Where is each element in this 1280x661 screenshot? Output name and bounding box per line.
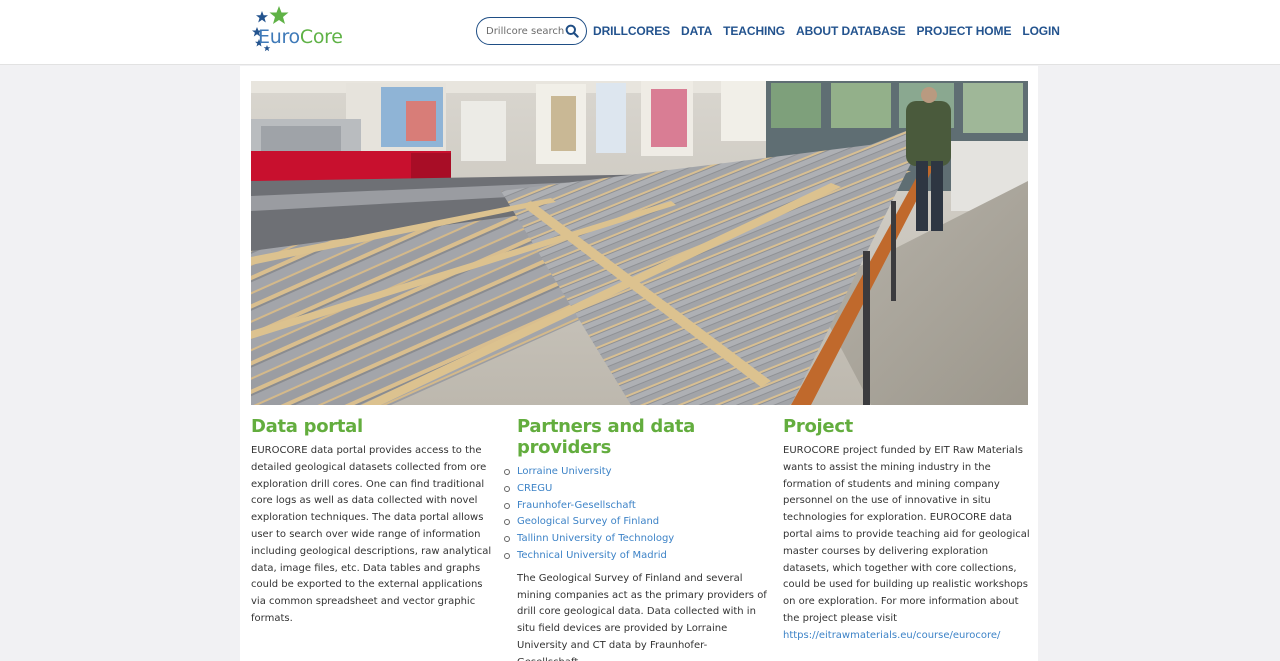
partners-list: Lorraine University CREGU Fraunhofer-Ges… xyxy=(504,464,767,565)
bullet-icon xyxy=(504,536,510,543)
data-portal-heading: Data portal xyxy=(251,416,363,437)
data-portal-description: EUROCORE data portal provides access to … xyxy=(251,445,492,624)
logo-wordmark: EuroCore xyxy=(258,26,343,48)
project-link[interactable]: https://eitrawmaterials.eu/course/euroco… xyxy=(783,630,1000,641)
partner-link-lorraine[interactable]: Lorraine University xyxy=(517,466,612,477)
nav-drillcores[interactable]: DRILLCORES xyxy=(593,24,670,40)
partner-item: Technical University of Madrid xyxy=(504,548,767,565)
nav-data[interactable]: DATA xyxy=(681,24,712,40)
drillcore-search-input[interactable] xyxy=(486,23,566,39)
partner-link-fraunhofer[interactable]: Fraunhofer-Gesellschaft xyxy=(517,500,636,511)
bullet-icon xyxy=(504,552,510,559)
partner-item: Lorraine University xyxy=(504,464,767,481)
partner-link-gsf[interactable]: Geological Survey of Finland xyxy=(517,516,659,527)
partner-item: Geological Survey of Finland xyxy=(504,514,767,531)
nav-teaching[interactable]: TEACHING xyxy=(723,24,785,40)
drillcore-lab-hero-image xyxy=(251,81,1028,405)
bullet-icon xyxy=(504,502,510,509)
main-nav: DRILLCORES DATA TEACHING ABOUT DATABASE … xyxy=(593,24,1071,40)
partner-item: Fraunhofer-Gesellschaft xyxy=(504,498,767,515)
logo-core-text: Core xyxy=(299,26,343,48)
drillcore-search-box xyxy=(476,17,587,45)
main-content: Data portal EUROCORE data portal provide… xyxy=(240,66,1038,661)
top-navigation-bar: EuroCore DRILLCORES DATA TEACHING ABOUT … xyxy=(0,0,1280,65)
partner-item: Tallinn University of Technology xyxy=(504,531,767,548)
bullet-icon xyxy=(504,485,510,492)
partner-link-cregu[interactable]: CREGU xyxy=(517,483,552,494)
project-section: Project EUROCORE project funded by EIT R… xyxy=(783,416,1031,645)
bullet-icon xyxy=(504,469,510,475)
partners-section: Partners and data providers Lorraine Uni… xyxy=(504,416,767,661)
partner-item: CREGU xyxy=(504,481,767,498)
project-text: EUROCORE project funded by EIT Raw Mater… xyxy=(783,445,1030,624)
partner-link-madrid[interactable]: Technical University of Madrid xyxy=(517,550,667,561)
bullet-icon xyxy=(504,519,510,526)
partner-link-tallinn[interactable]: Tallinn University of Technology xyxy=(517,533,674,544)
eurocore-logo[interactable]: EuroCore xyxy=(250,5,345,55)
partners-description: The Geological Survey of Finland and sev… xyxy=(517,572,767,661)
partners-heading: Partners and data providers xyxy=(517,416,696,458)
data-portal-section: Data portal EUROCORE data portal provide… xyxy=(251,416,499,628)
project-description: EUROCORE project funded by EIT Raw Mater… xyxy=(783,443,1031,645)
nav-login[interactable]: LOGIN xyxy=(1022,24,1060,40)
project-heading: Project xyxy=(783,416,853,437)
nav-project-home[interactable]: PROJECT HOME xyxy=(917,24,1012,40)
nav-about-database[interactable]: ABOUT DATABASE xyxy=(796,24,906,40)
search-icon[interactable] xyxy=(565,24,579,38)
logo-euro-text: Euro xyxy=(258,26,300,48)
